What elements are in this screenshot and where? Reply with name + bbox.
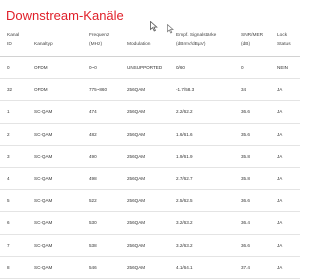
cell-kanal-id: 8: [7, 264, 10, 270]
cell-frequenz: 530: [89, 220, 97, 226]
header-signalstaerke: Empf. Signalstärke (dBmV/dBµV): [176, 33, 217, 48]
cell-signalstaerke: 3.2/63.2: [176, 220, 193, 226]
cell-modulation: 256QAM: [127, 87, 146, 93]
cell-signalstaerke: 1.6/61.6: [176, 131, 193, 137]
table-row: 2 SC-QAM 482 256QAM 1.6/61.6 35.6 JA: [0, 124, 300, 146]
cell-kanal-id: 2: [7, 131, 10, 137]
header-modulation: Modulation: [127, 42, 151, 48]
cell-frequenz: 546: [89, 264, 97, 270]
cell-lock-status: JA: [277, 198, 283, 204]
downstream-table: Kanal ID Kanaltyp Frequenz (MHz) Modulatio…: [0, 26, 300, 279]
cell-kanal-id: 5: [7, 198, 10, 204]
cell-modulation: 256QAM: [127, 131, 146, 137]
cell-signalstaerke: 2.5/62.5: [176, 198, 193, 204]
cell-modulation: 256QAM: [127, 109, 146, 115]
table-header: Kanal ID Kanaltyp Frequenz (MHz) Modulatio…: [0, 26, 300, 57]
table-row: 32 OFDM 775~860 256QAM -1.7/58.3 34 JA: [0, 79, 300, 102]
table-row: 1 SC-QAM 474 256QAM 2.2/62.2 36.6 JA: [0, 101, 300, 124]
cell-signalstaerke: 2.2/62.2: [176, 109, 193, 115]
cell-lock-status: JA: [277, 175, 283, 181]
cell-frequenz: 498: [89, 175, 97, 181]
header-kanal-id: Kanal ID: [7, 33, 20, 48]
cell-kanaltyp: SC-QAM: [34, 153, 53, 159]
cell-lock-status: JA: [277, 153, 283, 159]
cell-snr-mer: 36.6: [241, 109, 250, 115]
cell-frequenz: 522: [89, 198, 97, 204]
header-frequenz: Frequenz (MHz): [89, 33, 110, 48]
cell-snr-mer: 34: [241, 87, 247, 93]
table-row: 8 SC-QAM 546 256QAM 4.1/64.1 37.4 JA: [0, 257, 300, 279]
cell-frequenz: 490: [89, 153, 97, 159]
cell-kanal-id: 1: [7, 109, 10, 115]
table-row: 5 SC-QAM 522 256QAM 2.5/62.5 36.6 JA: [0, 190, 300, 213]
cell-lock-status: JA: [277, 264, 283, 270]
page-title: Downstream-Kanäle: [6, 8, 124, 23]
cell-modulation: 256QAM: [127, 264, 146, 270]
cell-kanaltyp: SC-QAM: [34, 131, 53, 137]
cell-signalstaerke: 0/60: [176, 65, 185, 70]
cell-kanal-id: 3: [7, 153, 10, 159]
cell-signalstaerke: 3.2/63.2: [176, 242, 193, 248]
cell-frequenz: 0~0: [89, 65, 97, 70]
cell-kanaltyp: OFDM: [34, 87, 48, 93]
cell-modulation: 256QAM: [127, 198, 146, 204]
table-row: 3 SC-QAM 490 256QAM 1.9/61.9 35.8 JA: [0, 146, 300, 168]
cell-frequenz: 474: [89, 109, 97, 115]
cell-kanaltyp: SC-QAM: [34, 109, 53, 115]
cell-modulation: UNSUPPORTED: [127, 65, 163, 70]
cell-snr-mer: 36.6: [241, 242, 250, 248]
cell-kanal-id: 0: [7, 65, 10, 70]
cell-kanaltyp: SC-QAM: [34, 175, 53, 181]
cell-kanaltyp: SC-QAM: [34, 220, 53, 226]
cell-modulation: 256QAM: [127, 175, 146, 181]
cell-kanaltyp: SC-QAM: [34, 264, 53, 270]
cell-snr-mer: 0: [241, 65, 244, 70]
table-row: 0 OFDM 0~0 UNSUPPORTED 0/60 0 NEIN: [0, 57, 300, 80]
cell-snr-mer: 35.8: [241, 175, 250, 181]
cell-signalstaerke: -1.7/58.3: [176, 87, 195, 93]
cell-lock-status: NEIN: [277, 65, 288, 70]
cell-signalstaerke: 2.7/62.7: [176, 175, 193, 181]
table-row: 4 SC-QAM 498 256QAM 2.7/62.7 35.8 JA: [0, 168, 300, 191]
cell-lock-status: JA: [277, 220, 283, 226]
cell-snr-mer: 36.6: [241, 198, 250, 204]
cell-modulation: 256QAM: [127, 220, 146, 226]
cell-frequenz: 775~860: [89, 87, 108, 93]
cell-modulation: 256QAM: [127, 242, 146, 248]
table-body: 0 OFDM 0~0 UNSUPPORTED 0/60 0 NEIN 32 OFDM 775~86…: [0, 57, 300, 279]
table-row: 6 SC-QAM 530 256QAM 3.2/63.2 36.4 JA: [0, 212, 300, 235]
cell-modulation: 256QAM: [127, 153, 146, 159]
cell-lock-status: JA: [277, 87, 283, 93]
cell-frequenz: 538: [89, 242, 97, 248]
cell-lock-status: JA: [277, 242, 283, 248]
cell-signalstaerke: 4.1/64.1: [176, 264, 193, 270]
header-kanaltyp: Kanaltyp: [34, 42, 53, 48]
cell-kanal-id: 32: [7, 87, 13, 93]
table-row: 7 SC-QAM 538 256QAM 3.2/63.2 36.6 JA: [0, 235, 300, 257]
cell-kanal-id: 4: [7, 175, 10, 181]
cell-lock-status: JA: [277, 109, 283, 115]
cell-kanaltyp: OFDM: [34, 65, 48, 70]
cell-kanal-id: 7: [7, 242, 10, 248]
cell-signalstaerke: 1.9/61.9: [176, 153, 193, 159]
cell-snr-mer: 35.6: [241, 131, 250, 137]
cell-kanal-id: 6: [7, 220, 10, 226]
cell-lock-status: JA: [277, 131, 283, 137]
cell-snr-mer: 37.4: [241, 264, 250, 270]
cell-kanaltyp: SC-QAM: [34, 242, 53, 248]
cell-kanaltyp: SC-QAM: [34, 198, 53, 204]
header-lock-status: Lock Status: [277, 33, 291, 48]
cell-snr-mer: 36.4: [241, 220, 250, 226]
header-snr-mer: SNR/MER (dB): [241, 33, 264, 48]
cell-frequenz: 482: [89, 131, 97, 137]
cell-snr-mer: 35.8: [241, 153, 250, 159]
